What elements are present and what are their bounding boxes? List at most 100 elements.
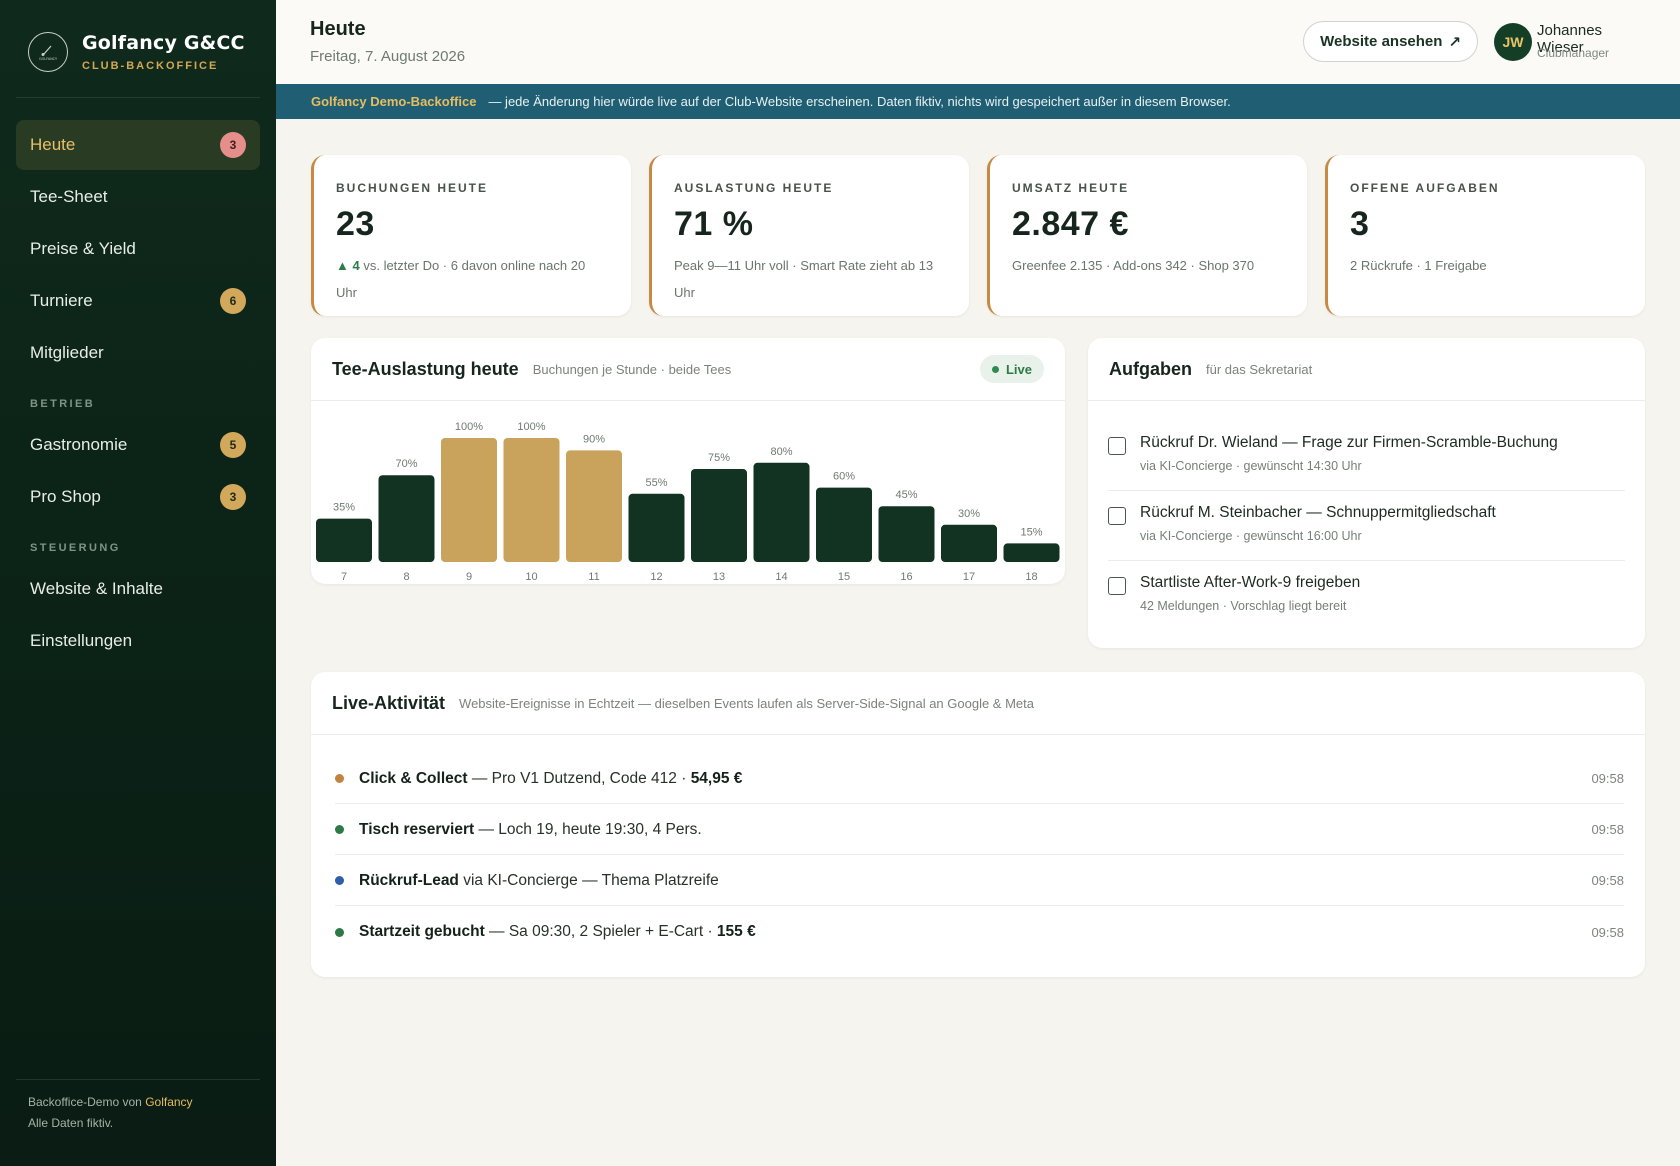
chart-bar[interactable]	[503, 438, 560, 562]
kpi-label: OFFENE AUFGABEN	[1350, 181, 1500, 195]
activity-row[interactable]: Rückruf-Lead via KI-Concierge — Thema Pl…	[335, 856, 1624, 906]
sidebar-nav: Heute 3 Tee-Sheet Preise & Yield Turnier…	[16, 120, 260, 668]
kpi-note: Peak 9—11 Uhr voll · Smart Rate zieht ab…	[674, 258, 934, 300]
bar-value-label: 70%	[395, 458, 417, 470]
footer-brand-link[interactable]: Golfancy	[145, 1095, 192, 1109]
demo-banner: Golfancy Demo-Backoffice — jede Änderung…	[276, 84, 1680, 119]
sidebar-divider	[16, 97, 260, 98]
task-item[interactable]: Startliste After-Work-9 freigeben 42 Mel…	[1108, 574, 1625, 613]
task-meta: via KI-Concierge · gewünscht 16:00 Uhr	[1140, 529, 1362, 543]
activity-amount: 54,95 €	[690, 769, 743, 787]
chart-bar[interactable]	[878, 506, 935, 562]
sidebar-item-tee-sheet[interactable]: Tee-Sheet	[16, 172, 260, 222]
website-ansehen-button[interactable]: Website ansehen ↗	[1303, 21, 1478, 62]
panel-header: Aufgaben für das Sekretariat	[1088, 338, 1645, 401]
chart-bar[interactable]	[378, 475, 435, 562]
sidebar-item-label: Pro Shop	[30, 487, 101, 506]
count-badge: 3	[220, 132, 246, 158]
sidebar-footer: Backoffice-Demo von Golfancy Alle Daten …	[28, 1092, 193, 1134]
footer-prefix: Backoffice-Demo von	[28, 1095, 142, 1109]
count-badge: 5	[220, 432, 246, 458]
sidebar-item-mitglieder[interactable]: Mitglieder	[16, 328, 260, 378]
footer-note: Alle Daten fiktiv.	[28, 1116, 114, 1130]
kpi-value: 3	[1350, 205, 1370, 243]
activity-dot-icon	[335, 825, 344, 834]
chart-bar[interactable]	[441, 438, 497, 562]
sidebar-item-label: Turniere	[30, 291, 93, 310]
activity-title: Startzeit gebucht	[359, 923, 485, 940]
kpi-value: 2.847 €	[1012, 205, 1129, 243]
sidebar-item-heute[interactable]: Heute 3	[16, 120, 260, 170]
sidebar-item-einstellungen[interactable]: Einstellungen	[16, 616, 260, 666]
task-divider	[1108, 490, 1625, 491]
sidebar-item-gastronomie[interactable]: Gastronomie 5	[16, 420, 260, 470]
page-title: Heute	[310, 18, 366, 40]
activity-dot-icon	[335, 876, 344, 885]
kpi-label: AUSLASTUNG HEUTE	[674, 181, 834, 195]
task-item[interactable]: Rückruf Dr. Wieland — Frage zur Firmen-S…	[1108, 434, 1625, 473]
bar-value-label: 55%	[645, 477, 667, 489]
activity-time: 09:58	[1591, 771, 1624, 786]
task-checkbox[interactable]	[1108, 577, 1126, 595]
live-badge: Live	[979, 355, 1044, 383]
activity-time: 09:58	[1591, 924, 1624, 940]
sidebar-item-pro-shop[interactable]: Pro Shop 3	[16, 472, 260, 522]
chart-bar[interactable]	[316, 518, 372, 562]
kpi-value: 23	[336, 205, 375, 243]
chart-bar[interactable]	[753, 462, 810, 562]
activity-text: — Loch 19, heute 19:30, 4 Pers.	[474, 820, 702, 838]
chart-bar[interactable]	[691, 469, 747, 562]
club-logo-icon: GOLFANCY	[28, 32, 68, 72]
task-checkbox[interactable]	[1108, 437, 1126, 455]
live-label: Live	[1005, 361, 1032, 377]
kpi-label: BUCHUNGEN HEUTE	[336, 181, 489, 195]
trend-up-indicator: ▲ 4	[336, 258, 360, 273]
activity-row[interactable]: Startzeit gebucht — Sa 09:30, 2 Spieler …	[335, 907, 1624, 957]
live-aktivitaet-panel: Live-Aktivität Website-Ereignisse in Ech…	[311, 672, 1645, 977]
x-tick-label: 18	[1025, 571, 1037, 583]
kpi-note: ▲ 4 vs. letzter Do · 6 davon online nach…	[336, 252, 609, 306]
activity-time: 09:58	[1591, 822, 1624, 837]
x-tick-label: 8	[403, 571, 409, 583]
website-button-label: Website ansehen	[1320, 33, 1443, 50]
bar-value-label: 15%	[1020, 526, 1042, 538]
sidebar-item-website-inhalte[interactable]: Website & Inhalte	[16, 564, 260, 614]
bar-chart: 35% 7 70% 8 100% 9 100% 10 90% 11 55% 12 75% 13 80% 14 6…	[311, 402, 1064, 584]
activity-row[interactable]: Tisch reserviert — Loch 19, heute 19:30,…	[335, 805, 1624, 855]
panel-header: Live-Aktivität Website-Ereignisse in Ech…	[311, 672, 1645, 735]
chart-bar[interactable]	[941, 524, 997, 562]
page-date: Freitag, 7. August 2026	[310, 48, 466, 65]
avatar[interactable]: JW	[1494, 23, 1532, 61]
brand[interactable]: GOLFANCY Golfancy G&CC CLUB-BACKOFFICE	[28, 32, 245, 72]
task-checkbox[interactable]	[1108, 507, 1126, 525]
sidebar-divider	[16, 1079, 260, 1080]
sidebar-item-label: Einstellungen	[30, 631, 133, 650]
chart-bar[interactable]	[816, 487, 872, 562]
sidebar-item-label: Preise & Yield	[30, 239, 136, 258]
activity-title: Click & Collect	[359, 769, 468, 787]
chart-bar[interactable]	[566, 450, 622, 562]
sidebar-item-preise-yield[interactable]: Preise & Yield	[16, 224, 260, 274]
sidebar-item-label: Mitglieder	[30, 343, 104, 362]
task-item[interactable]: Rückruf M. Steinbacher — Schnuppermitgli…	[1108, 504, 1625, 543]
chart-bar[interactable]	[1003, 543, 1060, 562]
activity-amount: 155 €	[716, 923, 756, 940]
banner-title: Golfancy Demo-Backoffice	[311, 94, 477, 109]
nav-section-betrieb: BETRIEB	[30, 398, 96, 410]
activity-row[interactable]: Click & Collect — Pro V1 Dutzend, Code 4…	[335, 754, 1624, 804]
bar-chart-svg: 35% 7 70% 8 100% 9 100% 10 90% 11 55% 12 75% 13 80% 14 6…	[316, 421, 1060, 583]
panel-title: Aufgaben	[1109, 358, 1192, 379]
sidebar-item-turniere[interactable]: Turniere 6	[16, 276, 260, 326]
x-tick-label: 16	[900, 571, 912, 583]
activity-title: Tisch reserviert	[359, 820, 475, 838]
task-meta: 42 Meldungen · Vorschlag liegt bereit	[1140, 599, 1347, 613]
task-title: Rückruf M. Steinbacher — Schnuppermitgli…	[1140, 504, 1496, 521]
x-tick-label: 11	[588, 571, 599, 583]
sidebar-item-label: Heute	[30, 135, 76, 154]
kpi-card-offene-aufgaben: OFFENE AUFGABEN 3 2 Rückrufe · 1 Freigab…	[1325, 155, 1645, 316]
activity-text: — Sa 09:30, 2 Spieler + E-Cart ·	[484, 923, 717, 940]
count-badge: 6	[220, 288, 246, 314]
chart-bar[interactable]	[628, 493, 685, 562]
activity-title: Rückruf-Lead	[359, 871, 459, 889]
bar-value-label: 30%	[958, 508, 980, 520]
